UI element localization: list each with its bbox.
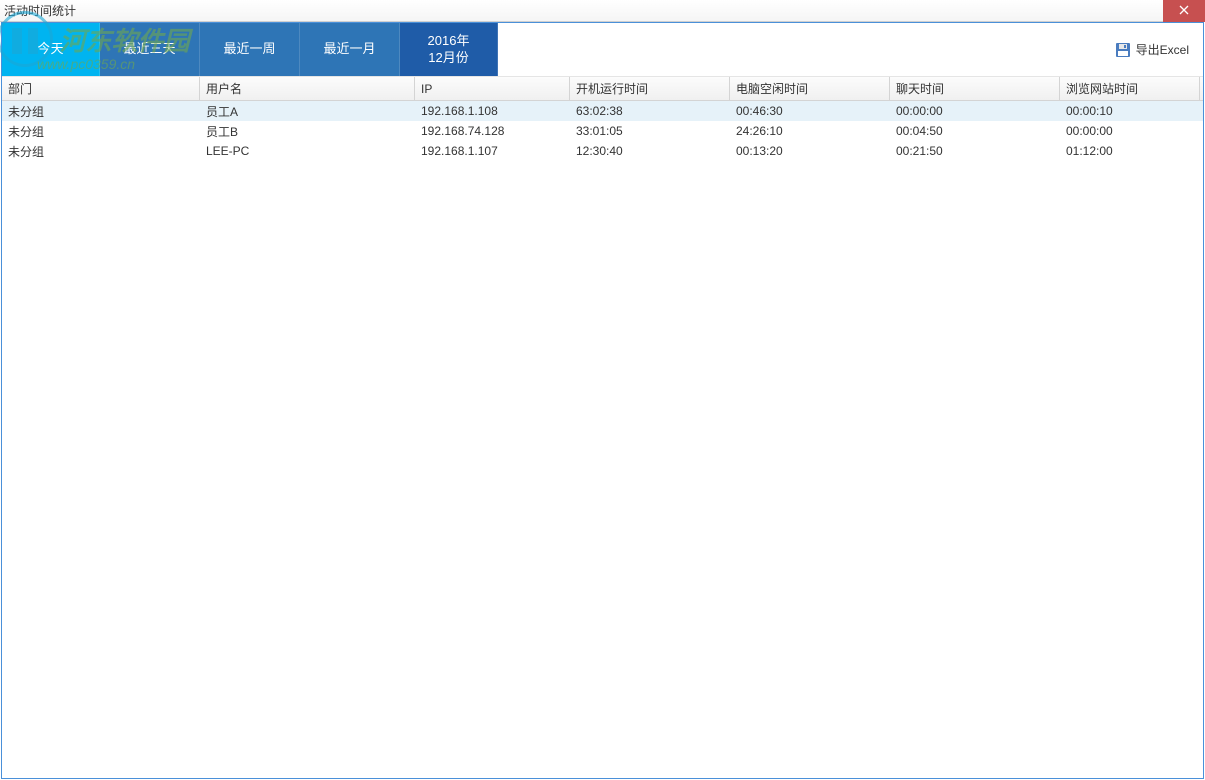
cell-ip: 192.168.1.108 xyxy=(415,101,570,121)
cell-boot_time: 63:02:38 xyxy=(570,101,730,121)
window-title: 活动时间统计 xyxy=(4,2,76,19)
cell-boot_time: 12:30:40 xyxy=(570,141,730,161)
col-header-chat-time[interactable]: 聊天时间 xyxy=(890,77,1060,100)
cell-chat_time: 00:04:50 xyxy=(890,121,1060,141)
tab-recent-month[interactable]: 最近一月 xyxy=(300,23,400,76)
cell-idle_time: 24:26:10 xyxy=(730,121,890,141)
close-button[interactable] xyxy=(1163,0,1205,22)
cell-chat_time: 00:00:00 xyxy=(890,101,1060,121)
window-body: 河东软件园 www.pc0359.cn 今天 最近三天 最近一周 最近一月 20… xyxy=(1,22,1204,779)
table-row[interactable]: 未分组员工B192.168.74.12833:01:0524:26:1000:0… xyxy=(2,121,1203,141)
col-header-boot-time[interactable]: 开机运行时间 xyxy=(570,77,730,100)
tab-recent-week[interactable]: 最近一周 xyxy=(200,23,300,76)
tab-recent-3-days[interactable]: 最近三天 xyxy=(100,23,200,76)
cell-idle_time: 00:46:30 xyxy=(730,101,890,121)
col-header-username[interactable]: 用户名 xyxy=(200,77,415,100)
table-row[interactable]: 未分组LEE-PC192.168.1.10712:30:4000:13:2000… xyxy=(2,141,1203,161)
col-header-idle-time[interactable]: 电脑空闲时间 xyxy=(730,77,890,100)
cell-boot_time: 33:01:05 xyxy=(570,121,730,141)
toolbar-spacer xyxy=(498,23,1101,76)
cell-browse_time: 00:00:10 xyxy=(1060,101,1200,121)
tab-custom-month[interactable]: 2016年 12月份 xyxy=(400,23,498,76)
cell-chat_time: 00:21:50 xyxy=(890,141,1060,161)
toolbar: 今天 最近三天 最近一周 最近一月 2016年 12月份 导出Excel xyxy=(2,23,1203,77)
cell-ip: 192.168.74.128 xyxy=(415,121,570,141)
export-excel-label: 导出Excel xyxy=(1136,41,1189,58)
cell-username: 员工A xyxy=(200,101,415,121)
cell-username: LEE-PC xyxy=(200,141,415,161)
cell-department: 未分组 xyxy=(2,101,200,121)
cell-browse_time: 01:12:00 xyxy=(1060,141,1200,161)
cell-username: 员工B xyxy=(200,121,415,141)
table-header: 部门 用户名 IP 开机运行时间 电脑空闲时间 聊天时间 浏览网站时间 xyxy=(2,77,1203,101)
cell-idle_time: 00:13:20 xyxy=(730,141,890,161)
stats-table: 部门 用户名 IP 开机运行时间 电脑空闲时间 聊天时间 浏览网站时间 未分组员… xyxy=(2,77,1203,161)
tab-today[interactable]: 今天 xyxy=(2,23,100,76)
table-body: 未分组员工A192.168.1.10863:02:3800:46:3000:00… xyxy=(2,101,1203,161)
table-row[interactable]: 未分组员工A192.168.1.10863:02:3800:46:3000:00… xyxy=(2,101,1203,121)
export-excel-button[interactable]: 导出Excel xyxy=(1101,23,1203,76)
cell-browse_time: 00:00:00 xyxy=(1060,121,1200,141)
col-header-browse-time[interactable]: 浏览网站时间 xyxy=(1060,77,1200,100)
close-icon xyxy=(1179,4,1189,18)
cell-department: 未分组 xyxy=(2,141,200,161)
cell-ip: 192.168.1.107 xyxy=(415,141,570,161)
col-header-ip[interactable]: IP xyxy=(415,77,570,100)
titlebar: 活动时间统计 xyxy=(0,0,1205,22)
col-header-department[interactable]: 部门 xyxy=(2,77,200,100)
save-disk-icon xyxy=(1115,42,1131,58)
cell-department: 未分组 xyxy=(2,121,200,141)
